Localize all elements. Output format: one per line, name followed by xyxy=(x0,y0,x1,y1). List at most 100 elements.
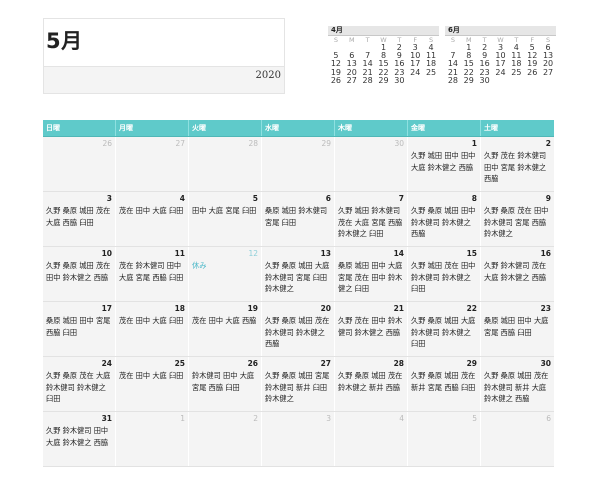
day-schedule-text: 茂在 鈴木健司 田中 大庭 宮尾 西脇 臼田 xyxy=(119,261,184,282)
day-schedule-text: 久野 城田 田中 田中 大庭 鈴木健之 西脇 xyxy=(411,151,476,172)
day-number: 3 xyxy=(106,194,112,203)
calendar-day-cell[interactable]: 1 久野 城田 田中 田中 大庭 鈴木健之 西脇 xyxy=(408,137,481,191)
calendar-day-cell[interactable]: 27 久野 桑原 城田 宮尾 鈴木健司 新井 臼田 鈴木健之 xyxy=(262,357,335,411)
calendar-day-cell[interactable]: 15 久野 城田 茂在 田中 鈴木健司 鈴木健之 臼田 xyxy=(408,247,481,301)
day-number: 2 xyxy=(545,139,551,148)
day-schedule-text: 久野 桑原 城田 茂在 鈴木健之 新井 西脇 xyxy=(338,371,403,392)
weekday-header: 金曜 xyxy=(408,120,481,136)
calendar-day-cell[interactable]: 28 xyxy=(189,137,262,191)
calendar-day-cell[interactable]: 17 桑原 城田 田中 宮尾 西脇 臼田 xyxy=(43,302,116,356)
day-number: 31 xyxy=(101,414,112,423)
day-number: 6 xyxy=(546,414,551,423)
day-schedule-text: 茂在 田中 大庭 臼田 xyxy=(119,316,184,325)
day-number: 8 xyxy=(471,194,477,203)
mini-day: 24 xyxy=(410,67,421,77)
day-number: 18 xyxy=(174,304,185,313)
calendar-day-cell[interactable]: 28 久野 桑原 城田 茂在 鈴木健之 新井 西脇 xyxy=(335,357,408,411)
calendar-day-cell[interactable]: 10 久野 桑原 城田 茂在 田中 鈴木健之 西脇 xyxy=(43,247,116,301)
weekday-header: 水曜 xyxy=(262,120,335,136)
day-number: 26 xyxy=(102,139,112,148)
calendar-day-cell[interactable]: 23 桑原 城田 田中 大庭 宮尾 西脇 臼田 xyxy=(481,302,554,356)
calendar-day-cell[interactable]: 30 xyxy=(335,137,408,191)
day-number: 17 xyxy=(101,304,112,313)
day-schedule-text: 鈴木健司 田中 大庭 宮尾 西脇 臼田 xyxy=(192,371,255,392)
calendar-day-cell[interactable]: 1 xyxy=(116,412,189,466)
calendar-day-cell[interactable]: 19 茂在 田中 大庭 西脇 xyxy=(189,302,262,356)
calendar-day-cell[interactable]: 2 久野 茂在 鈴木健司 田中 宮尾 鈴木健之 西脇 xyxy=(481,137,554,191)
day-number: 26 xyxy=(247,359,258,368)
day-number: 25 xyxy=(174,359,185,368)
calendar-day-cell[interactable]: 11 茂在 鈴木健司 田中 大庭 宮尾 西脇 臼田 xyxy=(116,247,189,301)
weekday-header: 木曜 xyxy=(335,120,408,136)
mini-day: 27 xyxy=(346,75,357,85)
calendar-day-cell[interactable]: 31 久野 鈴木健司 田中 大庭 鈴木健之 西脇 xyxy=(43,412,116,466)
day-schedule-text: 久野 桑原 城田 茂在 大庭 西脇 臼田 xyxy=(46,206,111,227)
calendar-day-cell[interactable]: 27 xyxy=(116,137,189,191)
mini-day: 26 xyxy=(527,67,538,77)
calendar-day-cell[interactable]: 21 久野 茂在 田中 鈴木健司 鈴木健之 西脇 xyxy=(335,302,408,356)
day-schedule-text: 休み xyxy=(192,261,207,270)
day-schedule-text: 茂在 田中 大庭 臼田 xyxy=(119,206,184,215)
calendar-day-cell[interactable]: 13 久野 桑原 城田 大庭 鈴木健司 宮尾 臼田 鈴木健之 xyxy=(262,247,335,301)
day-number: 28 xyxy=(248,139,258,148)
day-number: 29 xyxy=(321,139,331,148)
calendar-day-cell[interactable]: 18 茂在 田中 大庭 臼田 xyxy=(116,302,189,356)
calendar-day-cell[interactable]: 12 休み xyxy=(189,247,262,301)
calendar-day-cell[interactable]: 3 xyxy=(262,412,335,466)
calendar-day-cell[interactable]: 26 鈴木健司 田中 大庭 宮尾 西脇 臼田 xyxy=(189,357,262,411)
day-number: 1 xyxy=(180,414,185,423)
mini-day: 30 xyxy=(394,75,405,85)
day-schedule-text: 久野 鈴木健司 田中 大庭 鈴木健之 西脇 xyxy=(46,426,109,447)
calendar-day-cell[interactable]: 16 久野 鈴木健司 茂在 大庭 鈴木健之 西脇 xyxy=(481,247,554,301)
calendar-day-cell[interactable]: 9 久野 桑原 茂在 田中 鈴木健司 宮尾 西脇 鈴木健之 xyxy=(481,192,554,246)
calendar-day-cell[interactable]: 24 久野 桑原 茂在 大庭 鈴木健司 鈴木健之 臼田 xyxy=(43,357,116,411)
calendar-day-cell[interactable]: 8 久野 桑原 城田 田中 鈴木健司 鈴木健之 西脇 xyxy=(408,192,481,246)
day-number: 30 xyxy=(540,359,551,368)
calendar-day-cell[interactable]: 30 久野 桑原 城田 茂在 鈴木健司 新井 大庭 鈴木健之 西脇 xyxy=(481,357,554,411)
calendar-day-cell[interactable]: 25 茂在 田中 大庭 臼田 xyxy=(116,357,189,411)
mini-day: 30 xyxy=(479,75,490,85)
day-number: 27 xyxy=(320,359,331,368)
day-number: 24 xyxy=(101,359,112,368)
day-schedule-text: 久野 桑原 城田 大庭 鈴木健司 宮尾 臼田 鈴木健之 xyxy=(265,261,330,293)
calendar-day-cell[interactable]: 4 茂在 田中 大庭 臼田 xyxy=(116,192,189,246)
mini-weekday-label: S xyxy=(333,36,338,44)
calendar-day-cell[interactable]: 20 久野 桑原 城田 茂在 鈴木健司 鈴木健之 西脇 xyxy=(262,302,335,356)
day-number: 23 xyxy=(540,304,551,313)
day-schedule-text: 久野 桑原 城田 茂在 新井 宮尾 西脇 臼田 xyxy=(411,371,476,392)
day-schedule-text: 久野 桑原 城田 大庭 鈴木健司 鈴木健之 臼田 xyxy=(411,316,476,348)
day-schedule-text: 久野 茂在 田中 鈴木健司 鈴木健之 西脇 xyxy=(338,316,403,337)
calendar-day-cell[interactable]: 26 xyxy=(43,137,116,191)
day-number: 10 xyxy=(101,249,112,258)
day-schedule-text: 久野 城田 鈴木健司 茂在 大庭 宮尾 西脇 鈴木健之 臼田 xyxy=(338,206,403,238)
calendar-day-cell[interactable]: 22 久野 桑原 城田 大庭 鈴木健司 鈴木健之 臼田 xyxy=(408,302,481,356)
calendar-day-cell[interactable]: 4 xyxy=(335,412,408,466)
calendar-week-row: 3 久野 桑原 城田 茂在 大庭 西脇 臼田 4 茂在 田中 大庭 臼田 5 田中 大庭 … xyxy=(43,192,554,247)
day-number: 16 xyxy=(540,249,551,258)
calendar-day-cell[interactable]: 5 田中 大庭 宮尾 臼田 xyxy=(189,192,262,246)
day-number: 7 xyxy=(398,194,404,203)
day-number: 9 xyxy=(545,194,551,203)
calendar-day-cell[interactable]: 6 xyxy=(481,412,554,466)
mini-day: 29 xyxy=(378,75,389,85)
calendar-day-cell[interactable]: 3 久野 桑原 城田 茂在 大庭 西脇 臼田 xyxy=(43,192,116,246)
year-label: 2020 xyxy=(255,70,281,81)
calendar-day-cell[interactable]: 5 xyxy=(408,412,481,466)
weekday-header: 日曜 xyxy=(43,120,116,136)
mini-day xyxy=(493,77,509,85)
calendar-day-cell[interactable]: 29 久野 桑原 城田 茂在 新井 宮尾 西脇 臼田 xyxy=(408,357,481,411)
mini-calendar-label: 4月 xyxy=(328,26,439,36)
mini-calendar-label: 6月 xyxy=(445,26,556,36)
mini-calendar-june: 6月 S M T W T F S 1 2 3 4 5 6 7 8 9 10 11 12 13 14 15 16 17 18 19 2… xyxy=(445,26,556,85)
calendar-day-cell[interactable]: 29 xyxy=(262,137,335,191)
calendar-day-cell[interactable]: 14 桑原 城田 田中 大庭 宮尾 茂在 田中 鈴木健之 臼田 xyxy=(335,247,408,301)
calendar-day-cell[interactable]: 7 久野 城田 鈴木健司 茂在 大庭 宮尾 西脇 鈴木健之 臼田 xyxy=(335,192,408,246)
calendar-day-cell[interactable]: 6 桑原 城田 鈴木健司 宮尾 臼田 xyxy=(262,192,335,246)
day-schedule-text: 久野 鈴木健司 茂在 大庭 鈴木健之 西脇 xyxy=(484,261,547,282)
calendar-day-cell[interactable]: 2 xyxy=(189,412,262,466)
calendar-week-row: 31 久野 鈴木健司 田中 大庭 鈴木健之 西脇 1 2 3 4 5 6 xyxy=(43,412,554,467)
day-schedule-text: 久野 桑原 茂在 田中 鈴木健司 宮尾 西脇 鈴木健之 xyxy=(484,206,549,238)
weekday-header: 土曜 xyxy=(484,124,498,132)
day-number: 13 xyxy=(320,249,331,258)
day-schedule-text: 茂在 田中 大庭 臼田 xyxy=(119,371,184,380)
